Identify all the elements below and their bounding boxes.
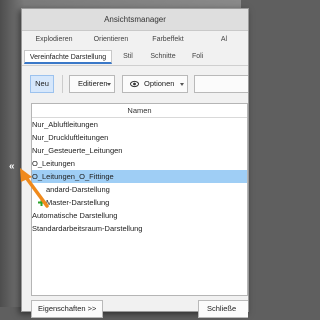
annotation-arrow-icon [20, 168, 49, 208]
